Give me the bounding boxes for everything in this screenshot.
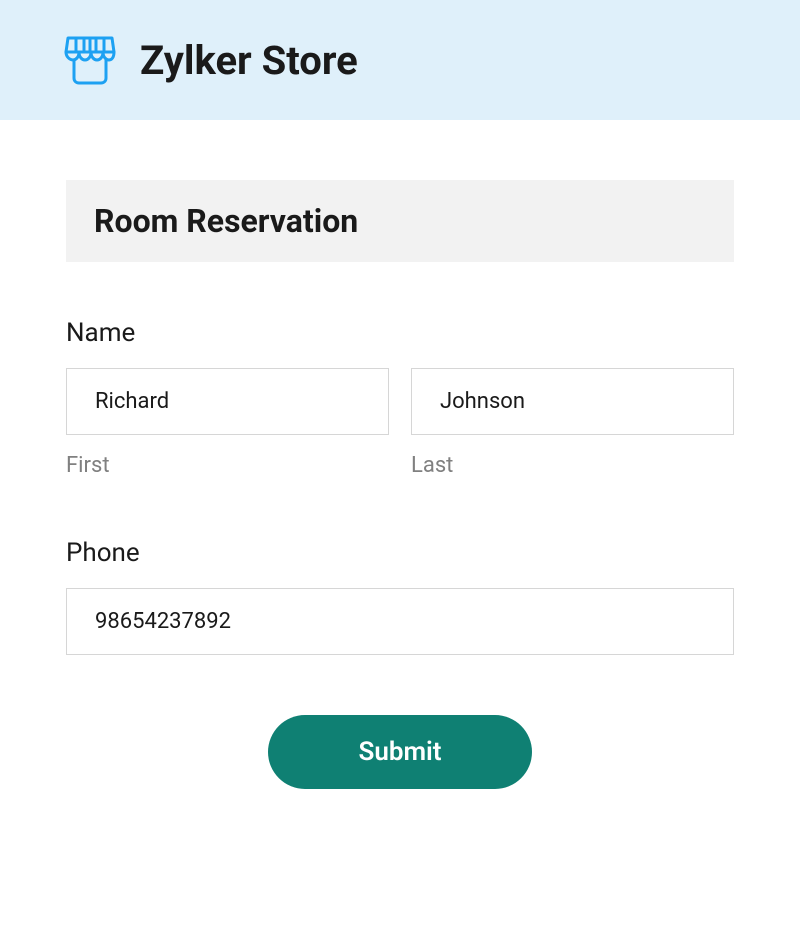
first-name-sublabel: First (66, 453, 389, 478)
name-field-group: Name First Last (66, 318, 734, 478)
phone-label: Phone (66, 538, 734, 568)
phone-field-group: Phone (66, 538, 734, 655)
phone-input[interactable] (66, 588, 734, 655)
page-header: Zylker Store (0, 0, 800, 120)
first-name-col: First (66, 368, 389, 478)
last-name-sublabel: Last (411, 453, 734, 478)
last-name-col: Last (411, 368, 734, 478)
name-label: Name (66, 318, 734, 348)
submit-row: Submit (66, 715, 734, 789)
store-icon (60, 30, 120, 90)
last-name-input[interactable] (411, 368, 734, 435)
name-row: First Last (66, 368, 734, 478)
reservation-form: Room Reservation Name First Last Phone S… (0, 120, 800, 829)
submit-button[interactable]: Submit (268, 715, 531, 789)
form-title: Room Reservation (94, 202, 706, 240)
store-title: Zylker Store (140, 37, 358, 84)
form-title-bar: Room Reservation (66, 180, 734, 262)
first-name-input[interactable] (66, 368, 389, 435)
